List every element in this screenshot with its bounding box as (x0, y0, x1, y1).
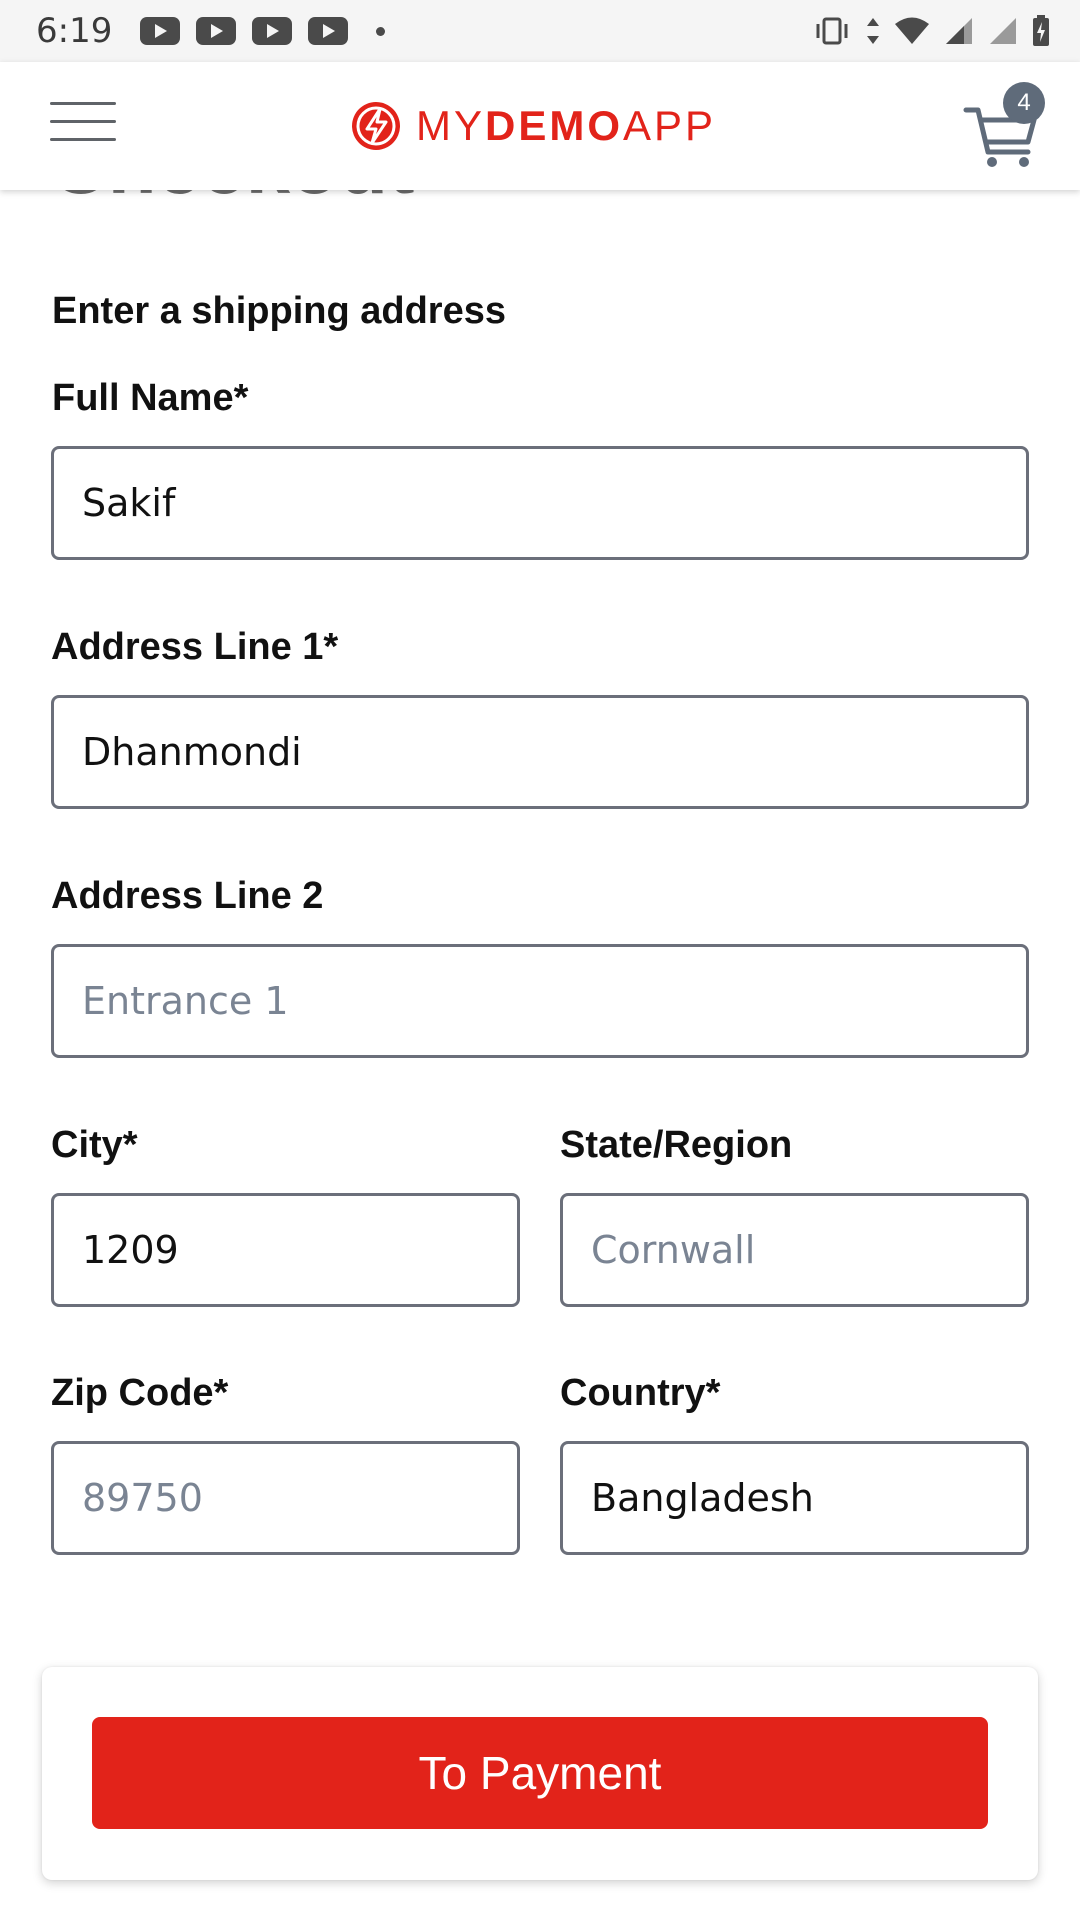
address-line-2-input[interactable] (51, 944, 1029, 1058)
hamburger-icon-line (50, 120, 116, 123)
cart-count-badge: 4 (1003, 82, 1045, 124)
country-label: Country* (560, 1372, 721, 1414)
brand-name-bold: DEMO (485, 102, 623, 149)
brand-name: MYDEMOAPP (416, 102, 716, 150)
brand-logo: MYDEMOAPP (350, 98, 716, 154)
state-region-label: State/Region (560, 1124, 793, 1166)
data-arrows-icon (867, 18, 879, 44)
app-header: MYDEMOAPP 4 (0, 62, 1080, 190)
page-title: Checkout (50, 190, 415, 212)
youtube-icon (140, 17, 181, 45)
vibrate-icon (816, 17, 848, 45)
status-time: 6:19 (36, 11, 113, 51)
status-bar: 6:19 (0, 0, 1080, 62)
full-name-input[interactable] (51, 446, 1029, 560)
checkout-content: Checkout Enter a shipping address Full N… (0, 190, 1080, 1920)
address-line-1-label: Address Line 1* (51, 626, 339, 668)
country-input[interactable] (560, 1441, 1029, 1555)
signal-icon (990, 18, 1016, 44)
to-payment-button[interactable]: To Payment (92, 1717, 988, 1829)
youtube-icon (252, 17, 293, 45)
full-name-label: Full Name* (52, 377, 249, 419)
zip-code-label: Zip Code* (51, 1372, 229, 1414)
wifi-icon (895, 17, 929, 44)
brand-name-prefix: MY (416, 102, 485, 149)
state-region-input[interactable] (560, 1193, 1029, 1307)
status-system-icons (812, 15, 1050, 47)
menu-button[interactable] (50, 102, 116, 148)
city-input[interactable] (51, 1193, 520, 1307)
address-line-1-input[interactable] (51, 695, 1029, 809)
bolt-logo-icon (352, 102, 400, 150)
zip-code-input[interactable] (51, 1441, 520, 1555)
address-line-2-label: Address Line 2 (51, 875, 324, 917)
battery-charging-icon (1033, 15, 1049, 46)
youtube-icon (308, 17, 349, 45)
youtube-icon (196, 17, 237, 45)
section-title: Enter a shipping address (52, 290, 506, 332)
signal-icon (946, 18, 972, 44)
city-label: City* (51, 1124, 138, 1166)
brand-name-suffix: APP (623, 102, 717, 149)
more-notifications-dot-icon (376, 26, 386, 36)
checkout-actions-card: To Payment (42, 1667, 1038, 1880)
hamburger-icon-line (50, 102, 116, 105)
hamburger-icon-line (50, 138, 116, 141)
